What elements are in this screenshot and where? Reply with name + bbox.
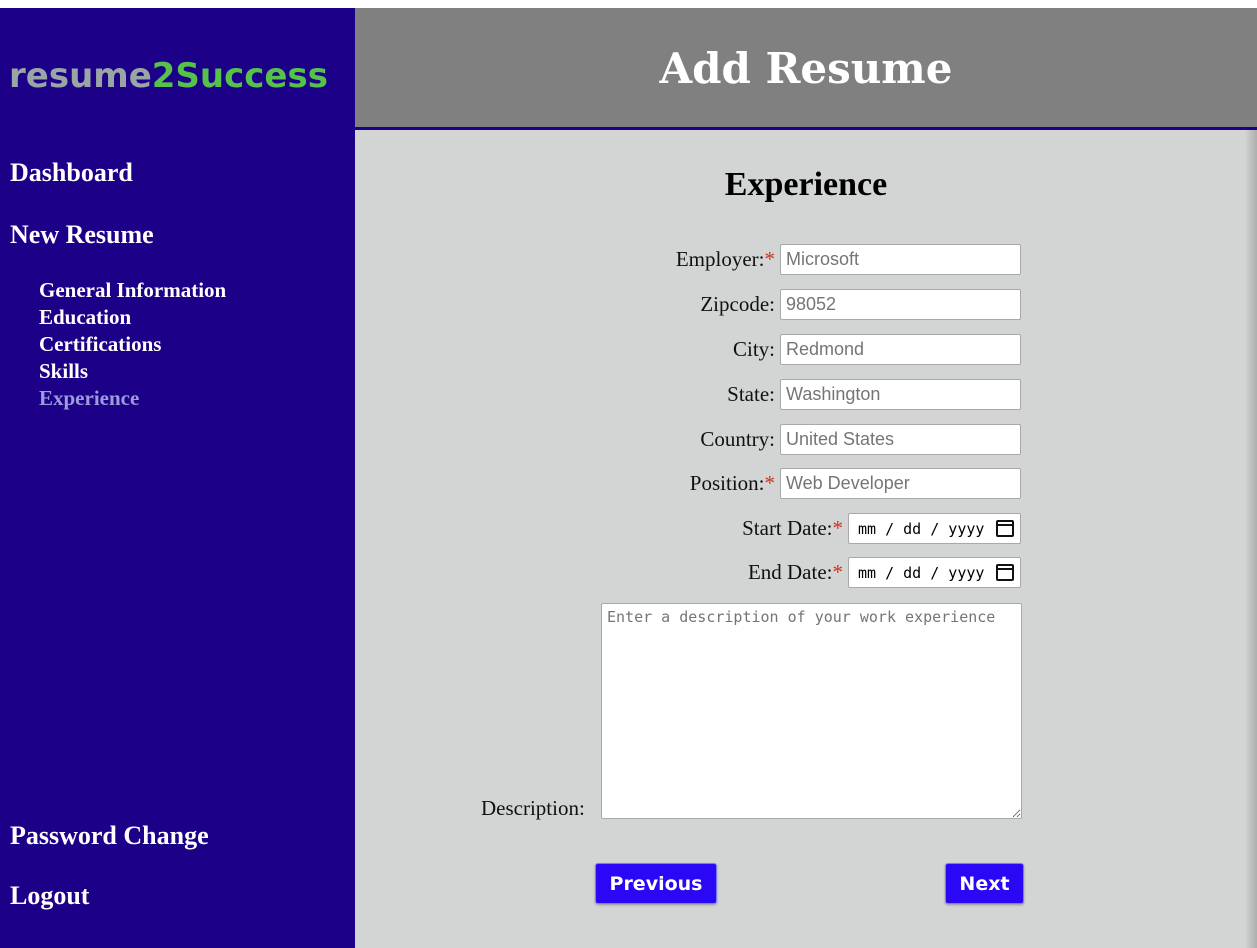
end-date-row: End Date:* mm / dd / yyyy — [748, 557, 1021, 588]
state-input[interactable] — [780, 379, 1021, 410]
country-label: Country: — [700, 427, 775, 451]
state-label: State: — [727, 382, 775, 406]
nav-password-change[interactable]: Password Change — [10, 821, 209, 851]
employer-row: Employer:* — [676, 244, 1021, 275]
brand-logo-part2: 2Success — [151, 56, 328, 96]
sidebar: resume2Success Dashboard New Resume Gene… — [0, 8, 355, 948]
employer-input[interactable] — [780, 244, 1021, 275]
subnav-experience[interactable]: Experience — [39, 385, 226, 412]
page-edge-shadow — [1245, 130, 1257, 948]
description-label: Description: — [481, 796, 585, 820]
start-date-label: Start Date:* — [742, 516, 844, 540]
city-row: City: — [733, 334, 1021, 365]
description-textarea[interactable] — [601, 603, 1022, 819]
required-marker: * — [832, 560, 844, 584]
position-label: Position:* — [689, 471, 776, 495]
zipcode-label: Zipcode: — [700, 292, 775, 316]
brand-logo-part1: resume — [9, 56, 152, 96]
page-header: Add Resume — [355, 8, 1257, 130]
brand-logo[interactable]: resume2Success — [9, 56, 328, 96]
required-marker: * — [832, 516, 844, 540]
state-row: State: — [727, 379, 1021, 410]
employer-label: Employer:* — [675, 247, 776, 271]
position-row: Position:* — [690, 468, 1021, 499]
end-date-placeholder: mm / dd / yyyy — [858, 563, 985, 582]
previous-button[interactable]: Previous — [595, 863, 717, 904]
start-date-row: Start Date:* mm / dd / yyyy — [742, 513, 1021, 544]
page-title: Add Resume — [659, 44, 953, 93]
nav-new-resume[interactable]: New Resume — [10, 220, 154, 250]
country-row: Country: — [700, 424, 1021, 455]
next-button[interactable]: Next — [945, 863, 1024, 904]
end-date-label: End Date:* — [747, 560, 844, 584]
section-title: Experience — [724, 166, 888, 203]
subnav-skills[interactable]: Skills — [39, 358, 226, 385]
zipcode-input[interactable] — [780, 289, 1021, 320]
nav-dashboard[interactable]: Dashboard — [10, 158, 133, 188]
end-date-input[interactable]: mm / dd / yyyy — [848, 557, 1021, 588]
start-date-input[interactable]: mm / dd / yyyy — [848, 513, 1021, 544]
main-content: Experience Employer:* Zipcode: City: Sta… — [355, 130, 1257, 948]
subnav-certifications[interactable]: Certifications — [39, 331, 226, 358]
calendar-icon[interactable] — [996, 520, 1014, 537]
start-date-placeholder: mm / dd / yyyy — [858, 519, 985, 538]
zipcode-row: Zipcode: — [700, 289, 1021, 320]
country-input[interactable] — [780, 424, 1021, 455]
new-resume-subnav: General Information Education Certificat… — [39, 277, 226, 412]
subnav-education[interactable]: Education — [39, 304, 226, 331]
nav-logout[interactable]: Logout — [10, 881, 89, 911]
city-label: City: — [732, 337, 775, 361]
subnav-general-information[interactable]: General Information — [39, 277, 226, 304]
city-input[interactable] — [780, 334, 1021, 365]
required-marker: * — [764, 247, 776, 271]
position-input[interactable] — [780, 468, 1021, 499]
calendar-icon[interactable] — [996, 564, 1014, 581]
required-marker: * — [764, 471, 776, 495]
